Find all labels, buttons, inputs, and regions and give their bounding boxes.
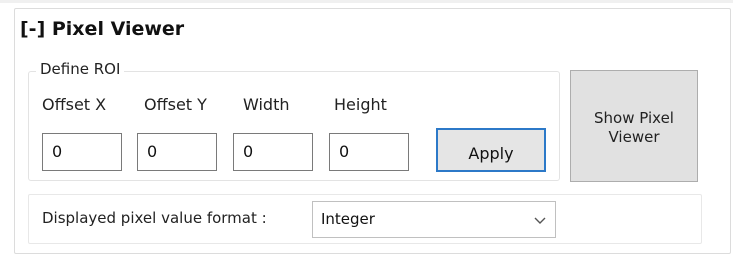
chevron-down-icon (534, 217, 546, 224)
height-label: Height (334, 95, 387, 114)
show-button-line1: Show Pixel (594, 109, 674, 127)
offset-x-label: Offset X (42, 95, 107, 114)
width-label: Width (243, 95, 290, 114)
define-roi-label: Define ROI (36, 60, 125, 78)
show-button-line2: Viewer (608, 128, 660, 146)
offset-x-input[interactable]: 0 (42, 133, 122, 171)
apply-button[interactable]: Apply (436, 128, 546, 172)
panel-title[interactable]: [-] Pixel Viewer (20, 18, 184, 40)
format-select[interactable]: Integer (312, 201, 556, 238)
format-label: Displayed pixel value format : (42, 209, 267, 227)
pixel-viewer-panel: [-] Pixel Viewer Define ROI Offset X Off… (0, 0, 733, 263)
show-pixel-viewer-button[interactable]: Show Pixel Viewer (570, 70, 698, 182)
offset-y-label: Offset Y (144, 95, 207, 114)
show-pixel-viewer-label: Show Pixel Viewer (571, 109, 697, 147)
format-select-value: Integer (321, 210, 375, 228)
width-input[interactable]: 0 (233, 133, 313, 171)
height-input[interactable]: 0 (329, 133, 409, 171)
offset-y-input[interactable]: 0 (137, 133, 217, 171)
top-divider (0, 0, 733, 3)
